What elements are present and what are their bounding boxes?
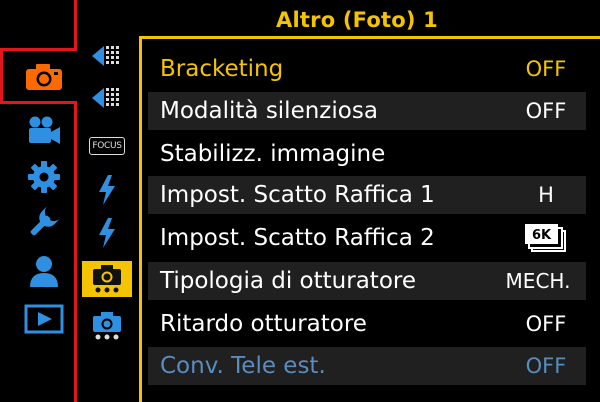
- person-icon: [30, 256, 58, 287]
- flash-icon: [99, 218, 115, 248]
- subtab-focus[interactable]: FOCUS: [82, 128, 132, 164]
- subtab-photo-1[interactable]: [82, 38, 132, 74]
- gear-icon: [28, 161, 60, 193]
- menu-item-silent-mode[interactable]: Modalità silenziosa OFF: [148, 92, 586, 130]
- subtab-flash-2[interactable]: [82, 215, 132, 251]
- active-tab-outline-left: [0, 48, 3, 104]
- camera-icon: [26, 64, 62, 90]
- 6k-burst-icon: 6K: [525, 224, 566, 252]
- menu-item-value: OFF: [525, 312, 567, 336]
- active-tab-outline-h2: [0, 101, 77, 104]
- tab-playback[interactable]: [22, 302, 66, 336]
- exposure-cursor-icon: [92, 88, 119, 108]
- wrench-icon: [30, 205, 61, 236]
- menu-item-label: Modalità silenziosa: [160, 98, 378, 124]
- playback-icon: [24, 304, 64, 334]
- subtab-other-photo-1[interactable]: [82, 261, 132, 297]
- tab-my-menu[interactable]: [22, 254, 66, 288]
- tab-custom[interactable]: [22, 160, 66, 194]
- tab-setup[interactable]: [22, 205, 66, 239]
- menu-item-value: OFF: [525, 99, 567, 123]
- menu-item-label: Impost. Scatto Raffica 2: [160, 225, 435, 251]
- tab-video[interactable]: [22, 113, 66, 147]
- subtab-flash-1[interactable]: [82, 172, 132, 208]
- menu-item-burst-setting-2[interactable]: Impost. Scatto Raffica 2 6K: [148, 219, 586, 257]
- menu-frame-top: [139, 36, 600, 39]
- menu-item-value: H: [538, 183, 554, 207]
- menu-item-value: 6K: [506, 219, 586, 257]
- video-camera-icon: [29, 116, 60, 144]
- menu-item-ext-tele-conv[interactable]: Conv. Tele est. OFF: [148, 347, 586, 385]
- subtab-other-photo-2[interactable]: [82, 308, 132, 344]
- menu-item-label: Ritardo otturatore: [160, 311, 367, 337]
- page-title: Altro (Foto) 1: [276, 8, 438, 32]
- menu-item-image-stabilizer[interactable]: Stabilizz. immagine: [148, 135, 586, 173]
- active-tab-outline-bottom: [74, 101, 77, 402]
- svg-text:6K: 6K: [532, 228, 552, 243]
- flash-icon: [99, 175, 115, 205]
- menu-item-bracketing[interactable]: Bracketing OFF: [148, 50, 586, 88]
- camera-other-icon: [93, 265, 121, 293]
- menu-item-value: OFF: [525, 354, 567, 378]
- menu-item-label: Conv. Tele est.: [160, 353, 326, 379]
- menu-item-label: Impost. Scatto Raffica 1: [160, 182, 435, 208]
- exposure-cursor-icon: [92, 46, 119, 66]
- menu-item-label: Tipologia di otturatore: [160, 268, 416, 294]
- menu-item-value: OFF: [525, 57, 567, 81]
- focus-icon: FOCUS: [89, 137, 125, 155]
- subtab-photo-2[interactable]: [82, 80, 132, 116]
- camera-other-icon: [93, 312, 121, 340]
- menu-item-shutter-delay[interactable]: Ritardo otturatore OFF: [148, 305, 586, 343]
- tab-photo[interactable]: [22, 60, 66, 94]
- active-tab-outline-h1: [0, 48, 77, 51]
- active-tab-outline-top: [74, 0, 77, 50]
- menu-item-shutter-type[interactable]: Tipologia di otturatore MECH.: [148, 262, 586, 300]
- menu-frame-left: [139, 36, 142, 402]
- menu-item-burst-setting-1[interactable]: Impost. Scatto Raffica 1 H: [148, 176, 586, 214]
- camera-menu-screen: FOCUS Altro (Foto) 1 Bracketing OFF Moda…: [0, 0, 600, 402]
- menu-item-label: Stabilizz. immagine: [160, 141, 386, 167]
- menu-item-label: Bracketing: [160, 56, 284, 82]
- menu-item-value: MECH.: [505, 269, 571, 293]
